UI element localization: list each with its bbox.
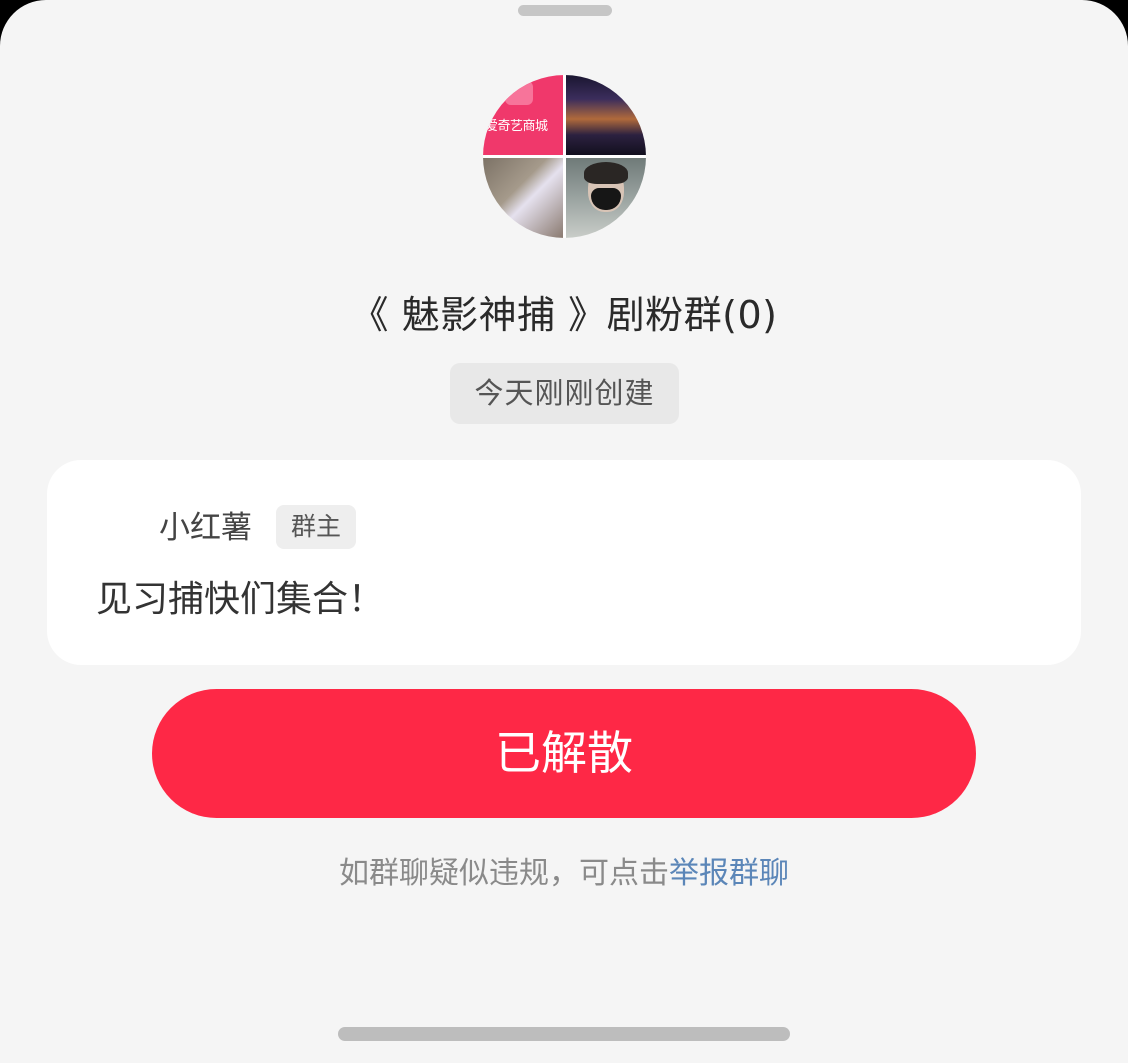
avatar-tile-stage	[566, 75, 646, 155]
avatar-tile-text: 爱奇艺商城	[485, 119, 548, 134]
person-hair	[584, 162, 628, 184]
sheet-drag-handle[interactable]	[518, 5, 612, 16]
created-date-badge: 今天刚刚创建	[450, 363, 679, 424]
owner-name: 小红薯	[159, 510, 252, 546]
group-title: 《 魅影神捕 》剧粉群(0)	[350, 293, 778, 337]
report-hint-text: 如群聊疑似违规，可点击	[339, 856, 669, 891]
home-indicator[interactable]	[338, 1027, 790, 1041]
notice-message: 见习捕快们集合！	[96, 579, 385, 620]
avatar-tile-bag	[483, 158, 563, 238]
shopping-bag-icon	[505, 81, 533, 105]
owner-role-badge: 群主	[276, 505, 356, 549]
avatar-tile-person	[566, 158, 646, 238]
group-avatar: 爱奇艺商城	[483, 75, 646, 238]
avatar-tile-iqiyi-mall: 爱奇艺商城	[483, 75, 563, 155]
group-info-sheet: 爱奇艺商城 《 魅影神捕 》剧粉群(0) 今天刚刚创建 小红薯 群主 见习捕快们…	[0, 0, 1128, 1063]
report-group-link[interactable]: 举报群聊	[669, 856, 789, 891]
group-notice-card: 小红薯 群主 见习捕快们集合！	[47, 460, 1081, 665]
disbanded-status-button[interactable]: 已解散	[152, 689, 976, 818]
report-hint: 如群聊疑似违规，可点击举报群聊	[0, 852, 1128, 896]
